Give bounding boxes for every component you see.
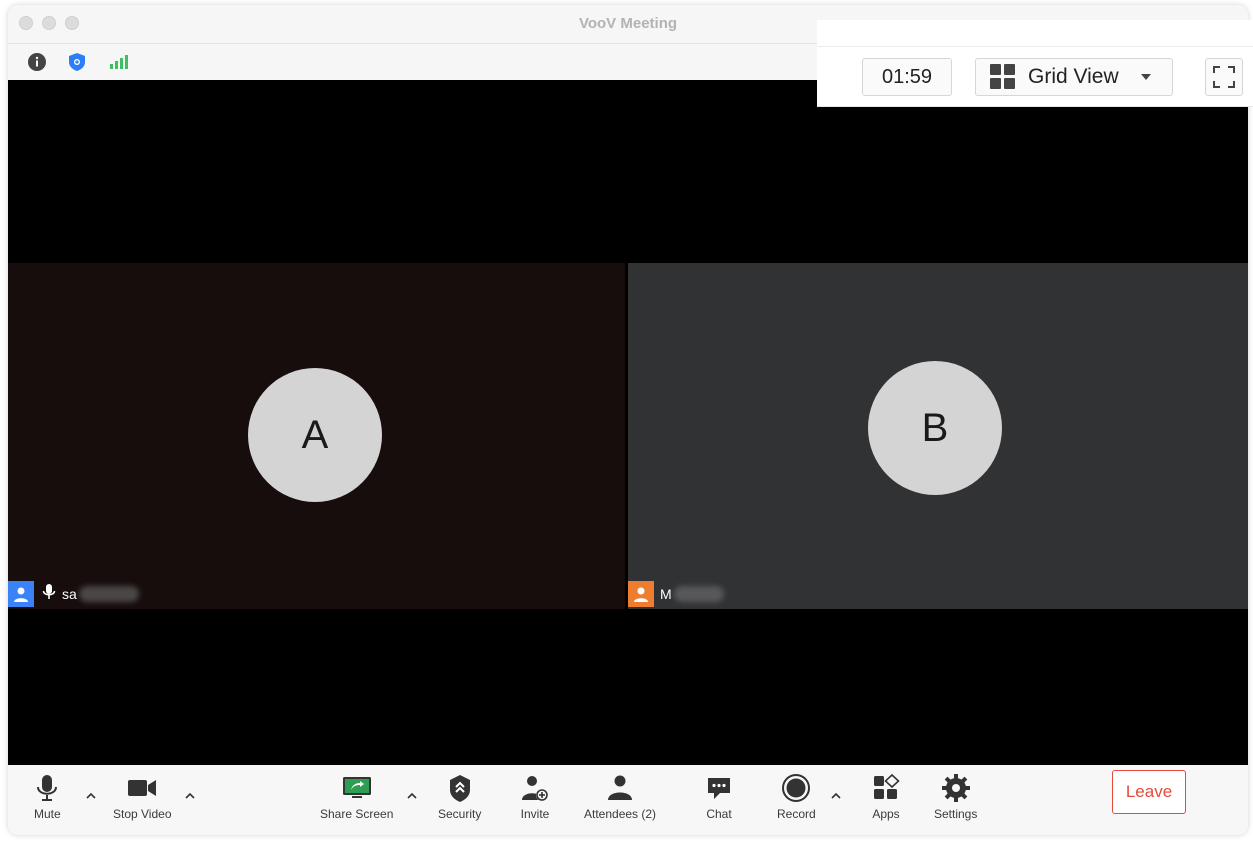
meeting-window: VooV Meeting A sa B M Mute Stop Video Sh… [8, 5, 1248, 835]
microphone-icon [42, 583, 56, 606]
settings-button[interactable]: Settings [934, 773, 977, 821]
fullscreen-icon [1213, 66, 1235, 88]
microphone-icon [37, 775, 58, 801]
avatar: A [248, 368, 382, 502]
invite-button[interactable]: Invite [520, 773, 550, 821]
chat-icon [708, 778, 730, 799]
apps-label: Apps [872, 807, 900, 821]
shield-icon[interactable] [66, 51, 88, 73]
mute-button[interactable]: Mute [34, 773, 61, 821]
grid-view-dropdown[interactable]: Grid View [975, 58, 1173, 96]
meeting-toolbar: Mute Stop Video Share Screen Security In… [8, 765, 1248, 835]
participant-name-bar: sa [8, 579, 139, 609]
camera-icon [128, 780, 157, 796]
grid-icon [990, 64, 1015, 89]
video-tile-participant-b[interactable]: B M [628, 263, 1248, 609]
record-label: Record [777, 807, 816, 821]
chevron-up-icon[interactable] [85, 791, 97, 801]
blurred-name [673, 586, 724, 602]
mute-label: Mute [34, 807, 61, 821]
user-icon [628, 581, 654, 607]
apps-icon [874, 773, 900, 799]
avatar: B [868, 361, 1002, 495]
info-icon[interactable] [26, 51, 48, 73]
caret-down-icon [1140, 74, 1151, 80]
chevron-up-icon[interactable] [830, 791, 842, 801]
security-button[interactable]: Security [438, 773, 481, 821]
share-screen-button[interactable]: Share Screen [320, 773, 393, 821]
apps-button[interactable]: Apps [871, 773, 901, 821]
security-icon [449, 775, 470, 802]
gear-icon [941, 774, 970, 802]
user-icon [8, 581, 34, 607]
chevron-up-icon[interactable] [406, 791, 418, 801]
video-stage: A sa B M [8, 80, 1248, 765]
share-screen-icon [342, 777, 371, 798]
attendees-icon [608, 775, 633, 800]
leave-button[interactable]: Leave [1112, 770, 1186, 814]
view-label: Grid View [1028, 65, 1119, 88]
meeting-timer: 01:59 [862, 58, 952, 96]
add-user-icon [522, 776, 548, 801]
chat-button[interactable]: Chat [705, 773, 733, 821]
attendees-label: Attendees (2) [584, 807, 657, 821]
security-label: Security [438, 807, 482, 821]
participant-name-bar: M [628, 579, 724, 609]
signal-bars-icon[interactable] [107, 51, 129, 73]
divider [817, 46, 1253, 47]
record-button[interactable]: Record [777, 773, 816, 821]
participant-name: M [660, 586, 672, 602]
chevron-up-icon[interactable] [184, 791, 196, 801]
invite-label: Invite [520, 807, 550, 821]
attendees-button[interactable]: Attendees (2) [584, 773, 656, 821]
fullscreen-button[interactable] [1205, 58, 1243, 96]
share-screen-label: Share Screen [320, 807, 394, 821]
chat-label: Chat [706, 807, 732, 821]
stop-video-label: Stop Video [113, 807, 172, 821]
video-tile-participant-a[interactable]: A sa [8, 263, 625, 609]
record-icon [782, 774, 811, 802]
stop-video-button[interactable]: Stop Video [113, 773, 172, 821]
settings-label: Settings [934, 807, 978, 821]
participant-name: sa [62, 586, 77, 602]
blurred-name [78, 586, 139, 602]
view-controls-panel: 01:59 Grid View [817, 20, 1253, 107]
